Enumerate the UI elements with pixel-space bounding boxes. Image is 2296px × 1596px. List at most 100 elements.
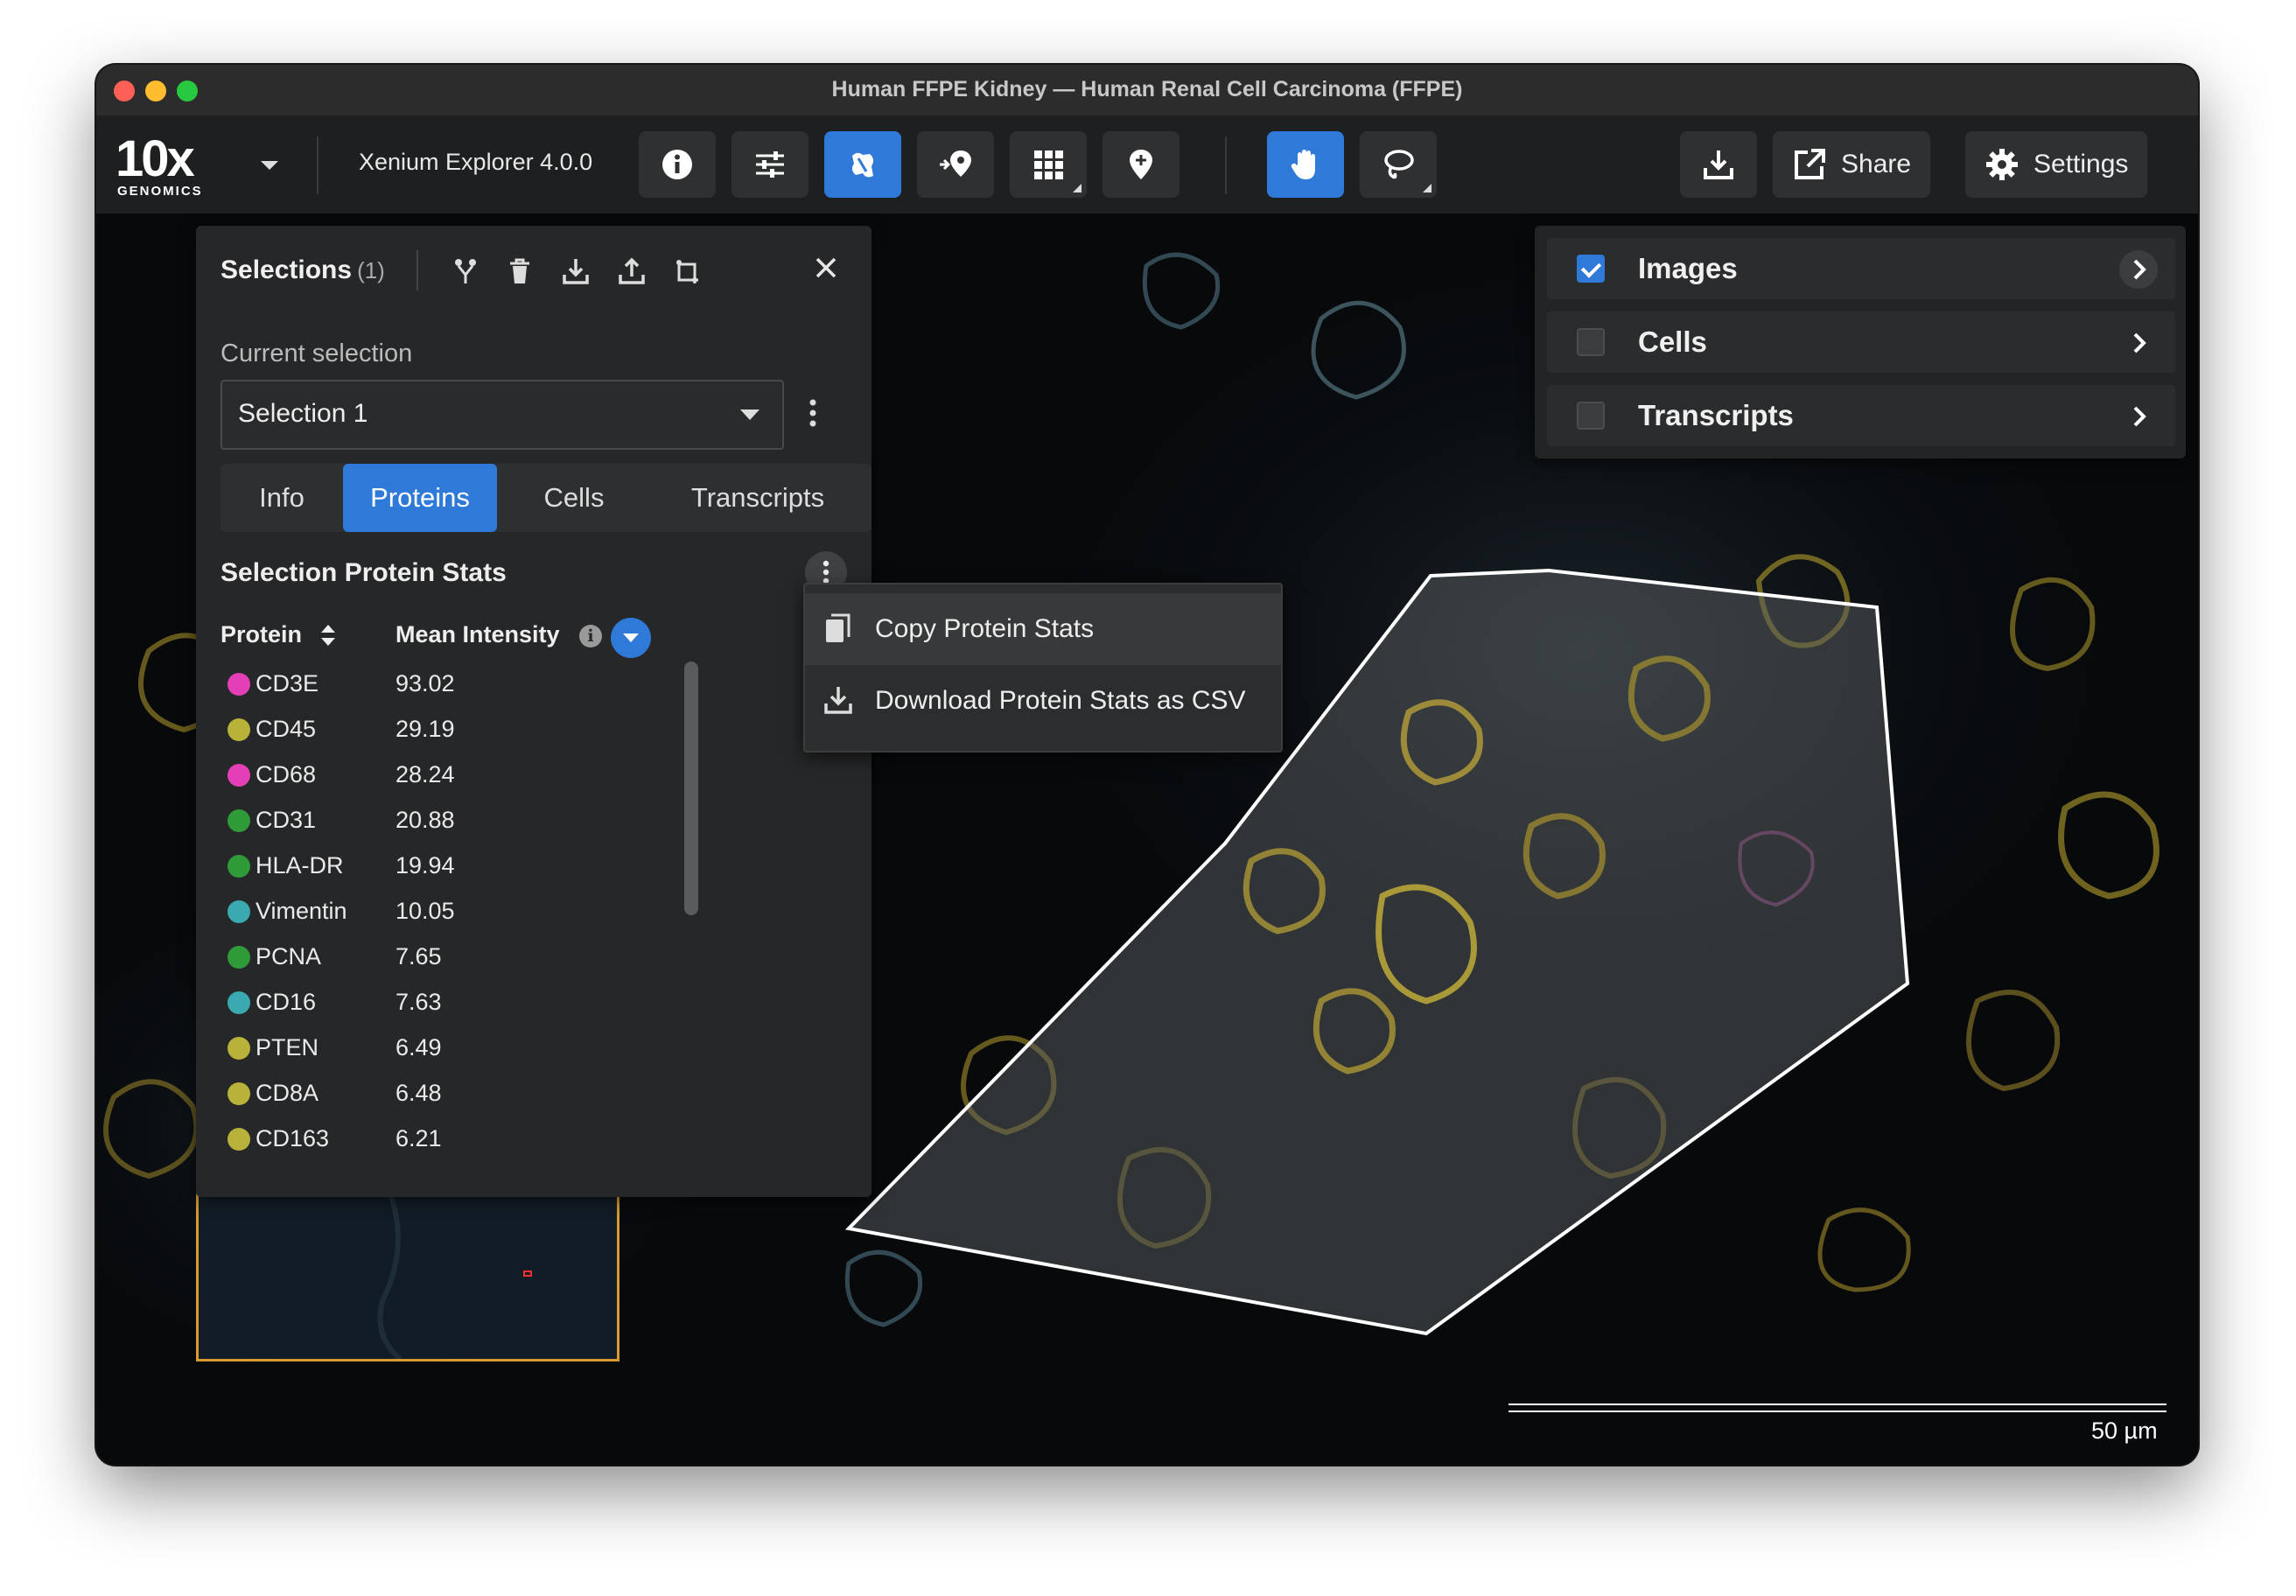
- protein-mean-intensity: 6.49: [396, 1034, 442, 1060]
- pan-tool-button[interactable]: [1267, 131, 1344, 198]
- protein-row[interactable]: PCNA 7.65: [220, 936, 676, 982]
- protein-name: CD31: [256, 807, 317, 833]
- protein-stats-context-menu: Copy Protein Stats Download Protein Stat…: [803, 583, 1283, 752]
- toolbar: 10x GENOMICS Xenium Explorer 4.0.0 Share…: [96, 116, 2198, 214]
- protein-color-dot: [228, 1037, 250, 1060]
- chevron-right-icon[interactable]: [2119, 250, 2158, 289]
- selection-tool-button[interactable]: [824, 131, 901, 198]
- protein-row[interactable]: CD8A 6.48: [220, 1073, 676, 1118]
- stats-scrollbar[interactable]: [684, 662, 698, 915]
- mean-intensity-column-header[interactable]: Mean Intensity: [396, 621, 560, 648]
- pin-button[interactable]: [1102, 131, 1180, 198]
- info-icon[interactable]: i: [579, 625, 602, 648]
- info-icon: [662, 150, 692, 179]
- tab-info[interactable]: Info: [220, 464, 343, 532]
- 10x-genomics-logo: 10x GENOMICS: [116, 130, 220, 200]
- mean-intensity-column-label: Mean Intensity: [396, 621, 560, 648]
- transcripts-checkbox[interactable]: [1577, 402, 1605, 430]
- share-button[interactable]: Share: [1773, 131, 1931, 198]
- sort-icon[interactable]: [318, 621, 338, 649]
- protein-color-dot: [228, 855, 250, 878]
- protein-row[interactable]: PTEN 6.49: [220, 1027, 676, 1073]
- layer-images[interactable]: Images: [1547, 238, 2175, 299]
- logo-text: 10x: [116, 130, 195, 187]
- protein-name: PCNA: [256, 943, 322, 970]
- lasso-icon: [1384, 150, 1414, 179]
- protein-mean-intensity: 19.94: [396, 852, 455, 878]
- layer-transcripts[interactable]: Transcripts: [1547, 385, 2175, 446]
- copy-protein-stats-item[interactable]: Copy Protein Stats: [805, 593, 1281, 665]
- protein-mean-intensity: 7.65: [396, 943, 442, 970]
- cells-checkbox[interactable]: [1577, 328, 1605, 356]
- chevron-right-icon[interactable]: [2119, 397, 2158, 436]
- scale-bar: [1508, 1404, 2166, 1412]
- protein-row[interactable]: Vimentin 10.05: [220, 891, 676, 936]
- close-icon[interactable]: [808, 250, 844, 285]
- protein-row[interactable]: CD45 29.19: [220, 709, 676, 754]
- protein-name: CD8A: [256, 1080, 319, 1106]
- protein-mean-intensity: 10.05: [396, 898, 455, 924]
- dropdown-arrow-icon: [740, 410, 760, 420]
- protein-color-dot: [228, 673, 250, 696]
- protein-name: CD3E: [256, 670, 319, 696]
- minimap[interactable]: [196, 1194, 620, 1362]
- scale-bar-label: 50 µm: [2091, 1418, 2158, 1444]
- info-button[interactable]: [639, 131, 716, 198]
- trash-icon[interactable]: [504, 256, 536, 287]
- download-button[interactable]: [1680, 131, 1757, 198]
- current-selection-value: Selection 1: [238, 399, 368, 428]
- hand-icon: [1291, 150, 1315, 179]
- copy-protein-stats-label: Copy Protein Stats: [875, 614, 1095, 643]
- toolbar-divider: [1225, 136, 1227, 194]
- selection-more-icon[interactable]: [808, 396, 817, 430]
- chevron-down-icon[interactable]: [252, 152, 287, 178]
- download-protein-stats-label: Download Protein Stats as CSV: [875, 686, 1246, 715]
- submenu-indicator: [1423, 184, 1432, 192]
- protein-row[interactable]: HLA-DR 19.94: [220, 845, 676, 891]
- protein-name: CD16: [256, 989, 317, 1015]
- protein-color-dot: [228, 946, 250, 969]
- app-version-label: Xenium Explorer 4.0.0: [359, 149, 593, 175]
- grid-button[interactable]: [1010, 131, 1087, 198]
- sliders-icon: [756, 151, 784, 178]
- tab-proteins[interactable]: Proteins: [343, 464, 497, 532]
- layer-cells-label: Cells: [1638, 326, 1707, 358]
- protein-mean-intensity: 28.24: [396, 761, 455, 788]
- lasso-tool-button[interactable]: [1360, 131, 1437, 198]
- protein-color-dot: [228, 1128, 250, 1151]
- layer-cells[interactable]: Cells: [1547, 312, 2175, 373]
- download-protein-stats-item[interactable]: Download Protein Stats as CSV: [805, 665, 1281, 737]
- protein-color-dot: [228, 991, 250, 1014]
- tissue-image-viewer[interactable]: Selections (1) Current selection Selectio…: [96, 214, 2198, 1465]
- protein-column-label: Protein: [220, 621, 303, 648]
- crop-selection-icon[interactable]: [672, 256, 704, 287]
- protein-row[interactable]: CD31 20.88: [220, 800, 676, 845]
- chevron-right-icon[interactable]: [2119, 324, 2158, 362]
- images-checkbox[interactable]: [1577, 255, 1605, 283]
- map-pin-icon: [1130, 150, 1152, 179]
- protein-color-dot: [228, 809, 250, 832]
- selection-tool-icon: [851, 152, 874, 178]
- add-pin-icon: [940, 150, 971, 177]
- sort-descending-button[interactable]: [611, 618, 651, 658]
- minimap-image: [199, 1196, 617, 1359]
- protein-name: Vimentin: [256, 898, 347, 924]
- tab-cells[interactable]: Cells: [497, 464, 651, 532]
- current-selection-dropdown[interactable]: Selection 1: [220, 380, 784, 450]
- merge-selection-icon[interactable]: [450, 256, 481, 287]
- protein-stats-list: CD3E 93.02 CD45 29.19 CD68 28.24 CD31 20.88 HLA-…: [220, 663, 676, 1158]
- adjust-button[interactable]: [732, 131, 808, 198]
- protein-column-header[interactable]: Protein: [220, 621, 302, 648]
- protein-name: PTEN: [256, 1034, 319, 1060]
- add-pin-button[interactable]: [917, 131, 994, 198]
- protein-row[interactable]: CD163 6.21: [220, 1118, 676, 1158]
- selections-title-text: Selections: [220, 256, 353, 284]
- upload-icon[interactable]: [616, 256, 648, 287]
- tab-transcripts[interactable]: Transcripts: [651, 464, 864, 532]
- protein-row[interactable]: CD68 28.24: [220, 754, 676, 800]
- protein-row[interactable]: CD16 7.63: [220, 982, 676, 1027]
- share-icon: [1795, 149, 1825, 179]
- download-icon[interactable]: [560, 256, 592, 287]
- settings-button[interactable]: Settings: [1965, 131, 2148, 198]
- protein-row[interactable]: CD3E 93.02: [220, 663, 676, 709]
